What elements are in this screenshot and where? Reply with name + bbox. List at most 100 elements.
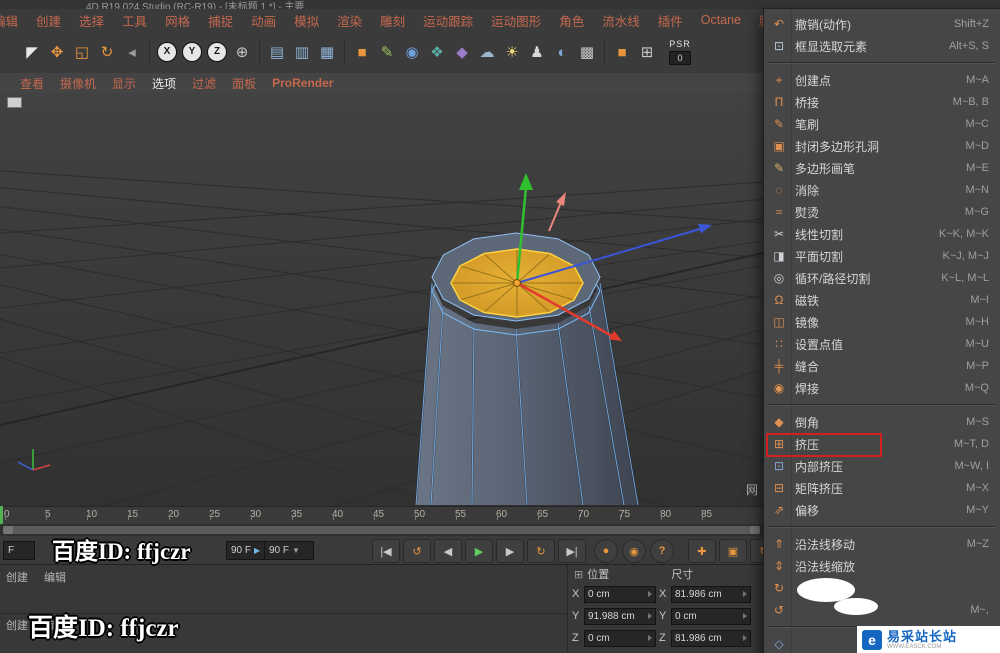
context-menu-item[interactable]: ◫ 镜像 M~H — [764, 311, 1000, 333]
menu-item[interactable]: Octane — [692, 13, 750, 27]
menu-item[interactable]: 运动图形 — [482, 11, 550, 30]
context-menu-item[interactable]: ✎ 笔刷 M~C — [764, 113, 1000, 135]
previous-key-button[interactable]: ↺ — [403, 539, 431, 563]
menu-item[interactable]: 选择 — [70, 11, 113, 30]
next-key-button[interactable]: ↻ — [527, 539, 555, 563]
position-field[interactable]: 91.988 cm — [584, 608, 656, 625]
size-field[interactable]: 81.986 cm — [671, 586, 751, 603]
spinner-icon[interactable] — [743, 591, 747, 597]
display-mode-icon[interactable]: ■ — [610, 39, 634, 66]
viewport-menu-prorender[interactable]: ProRender — [264, 76, 341, 90]
x-lock-button[interactable]: X — [155, 39, 179, 66]
play-button[interactable]: ▶ — [465, 539, 493, 563]
menu-item[interactable]: 捕捉 — [199, 11, 242, 30]
context-menu-item[interactable]: ◆ 倒角 M~S — [764, 411, 1000, 433]
mograph-icon[interactable]: ❖ — [425, 39, 449, 66]
toolbar-separator[interactable] — [340, 39, 349, 66]
panel-menu-item[interactable]: 编辑 — [44, 569, 66, 585]
context-menu-item[interactable]: ✂ 线性切割 K~K, M~K — [764, 223, 1000, 245]
context-menu-item[interactable]: ◎ 循环/路径切割 K~L, M~L — [764, 267, 1000, 289]
psr-value-field[interactable]: 0 — [669, 51, 691, 65]
viewport-menu-item[interactable]: 选项 — [144, 75, 184, 92]
viewport[interactable]: 网 — [0, 93, 763, 506]
rotate-tool-icon[interactable]: ↻ — [95, 39, 119, 66]
context-menu-item[interactable]: ╪ 缝合 M~P — [764, 355, 1000, 377]
menu-item[interactable]: 工具 — [113, 11, 156, 30]
frame-rate-field[interactable]: 90 F▼ — [264, 541, 314, 560]
render-view-icon[interactable]: ▤ — [265, 39, 289, 66]
panel-menu-item[interactable]: 创建 — [6, 569, 28, 585]
z-lock-button[interactable]: Z — [205, 39, 229, 66]
context-menu-item[interactable]: ⇗ 偏移 M~Y — [764, 499, 1000, 521]
context-menu-item[interactable]: ↺ M~, — [764, 599, 1000, 621]
menu-item[interactable]: 编辑 — [0, 11, 27, 30]
keyframe-help-button[interactable]: ? — [650, 539, 674, 563]
previous-frame-button[interactable]: ◀ — [434, 539, 462, 563]
spinner-icon[interactable] — [648, 591, 652, 597]
goto-start-button[interactable]: |◀ — [372, 539, 400, 563]
goto-end-button[interactable]: ▶| — [558, 539, 586, 563]
last-tool-icon[interactable]: ◂ — [120, 39, 144, 66]
toolbar-separator[interactable] — [145, 39, 154, 66]
toolbar-separator[interactable] — [600, 39, 609, 66]
context-menu-item[interactable]: ⊟ 矩阵挤压 M~X — [764, 477, 1000, 499]
spinner-icon[interactable] — [743, 613, 747, 619]
current-frame-field[interactable]: F — [3, 541, 35, 560]
range-start-handle[interactable] — [3, 526, 13, 534]
viewport-menu-item[interactable]: 过滤 — [184, 75, 224, 92]
current-frame-marker[interactable] — [0, 506, 3, 524]
size-field[interactable]: 0 cm — [671, 608, 751, 625]
light-icon[interactable]: ☀ — [500, 39, 524, 66]
autokey-button[interactable]: ◉ — [622, 539, 646, 563]
menu-item[interactable]: 运动跟踪 — [414, 11, 482, 30]
deformer-icon[interactable]: ◆ — [450, 39, 474, 66]
timeline-ruler[interactable]: 0510152025303540455055606570758085 — [0, 506, 763, 526]
context-menu-item[interactable]: Ω 磁铁 M~I — [764, 289, 1000, 311]
sky-icon[interactable]: ◐ — [550, 39, 574, 66]
material-icon[interactable]: ▩ — [575, 39, 599, 66]
context-menu-item[interactable]: ≈ 熨烫 M~G — [764, 201, 1000, 223]
menu-item[interactable]: 动画 — [242, 11, 285, 30]
figure-icon[interactable]: ♟ — [525, 39, 549, 66]
snap-grid-icon[interactable]: ⊞ — [635, 39, 659, 66]
viewport-menu-item[interactable]: 摄像机 — [52, 75, 104, 92]
render-picture-viewer-icon[interactable]: ▥ — [290, 39, 314, 66]
viewport-canvas[interactable] — [0, 93, 763, 506]
spline-pen-icon[interactable]: ✎ — [375, 39, 399, 66]
context-menu-item[interactable]: ◨ 平面切割 K~J, M~J — [764, 245, 1000, 267]
context-menu-item[interactable]: ◌ 消除 M~N — [764, 179, 1000, 201]
spinner-icon[interactable] — [648, 635, 652, 641]
context-menu-item[interactable]: ✎ 多边形画笔 M~E — [764, 157, 1000, 179]
size-field[interactable]: 81.986 cm — [671, 630, 751, 647]
spinner-icon[interactable] — [648, 613, 652, 619]
viewport-menu-item[interactable]: 面板 — [224, 75, 264, 92]
render-settings-icon[interactable]: ▦ — [315, 39, 339, 66]
menu-item[interactable]: 流水线 — [593, 11, 649, 30]
dropdown-arrow-icon[interactable]: ▼ — [292, 546, 300, 555]
live-selection-icon[interactable]: ◤ — [20, 39, 44, 66]
spinner-icon[interactable] — [743, 635, 747, 641]
menu-item[interactable]: 插件 — [649, 11, 692, 30]
context-menu-item[interactable]: ▣ 封闭多边形孔洞 M~D — [764, 135, 1000, 157]
viewport-widget[interactable] — [7, 97, 22, 108]
panel-menu-item[interactable]: 创建 — [6, 617, 28, 633]
context-menu-item[interactable]: ∷ 设置点值 M~U — [764, 333, 1000, 355]
menu-item[interactable]: 角色 — [550, 11, 593, 30]
range-end-handle[interactable] — [750, 526, 760, 534]
position-field[interactable]: 0 cm — [584, 630, 656, 647]
viewport-menu-item[interactable]: 查看 — [12, 75, 52, 92]
subdivision-surface-icon[interactable]: ◉ — [400, 39, 424, 66]
context-menu-item[interactable]: ⊞ 挤压 M~T, D — [764, 433, 1000, 455]
record-keyframe-button[interactable]: ● — [594, 539, 618, 563]
menu-item[interactable]: 脚本 — [750, 11, 763, 30]
menu-item[interactable]: 雕刻 — [371, 11, 414, 30]
record-scale-toggle[interactable]: ▣ — [719, 539, 747, 563]
toolbar-separator[interactable] — [255, 39, 264, 66]
scale-tool-icon[interactable]: ◱ — [70, 39, 94, 66]
field-arrow-icon[interactable]: ▶ — [254, 546, 260, 555]
move-tool-icon[interactable]: ✥ — [45, 39, 69, 66]
context-menu-item[interactable]: ◉ 焊接 M~Q — [764, 377, 1000, 399]
environment-icon[interactable]: ☁ — [475, 39, 499, 66]
context-menu-item[interactable]: ⊡ 内部挤压 M~W, I — [764, 455, 1000, 477]
position-field[interactable]: 0 cm — [584, 586, 656, 603]
